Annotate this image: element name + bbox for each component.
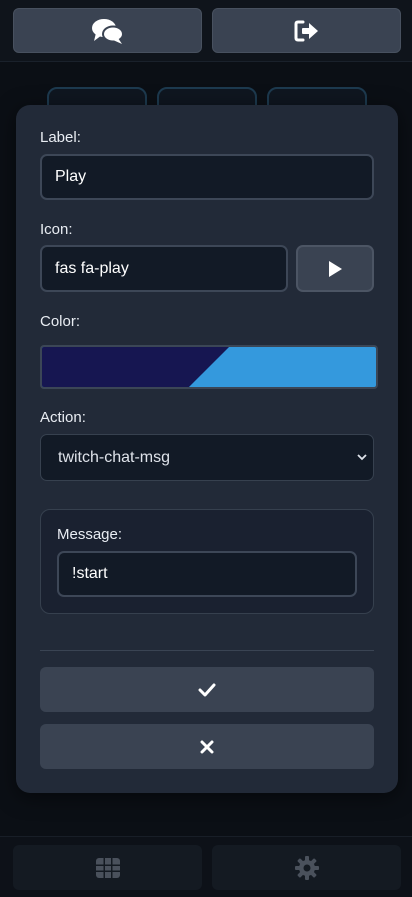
edit-button-dialog: Label: Play Icon: fas fa-play Color: Act… bbox=[16, 105, 398, 793]
action-select[interactable]: twitch-chat-msg bbox=[40, 434, 374, 481]
chat-button[interactable] bbox=[13, 8, 202, 53]
action-selected-value: twitch-chat-msg bbox=[58, 448, 171, 466]
check-icon bbox=[198, 683, 216, 696]
grid-button[interactable] bbox=[13, 845, 202, 890]
top-bar bbox=[0, 0, 412, 62]
cancel-button[interactable] bbox=[40, 724, 374, 769]
play-icon bbox=[329, 260, 342, 277]
icon-preview-button[interactable] bbox=[296, 245, 374, 292]
sign-out-icon bbox=[294, 20, 318, 41]
divider bbox=[40, 650, 374, 651]
gear-icon bbox=[294, 855, 319, 880]
logout-button[interactable] bbox=[212, 8, 401, 53]
message-section: Message: !start bbox=[40, 509, 374, 614]
chevron-down-icon bbox=[357, 454, 367, 461]
color-picker[interactable] bbox=[40, 345, 378, 389]
close-icon bbox=[200, 740, 214, 753]
message-input[interactable]: !start bbox=[57, 551, 357, 597]
message-input-value: !start bbox=[72, 565, 108, 582]
label-input-value: Play bbox=[55, 168, 87, 185]
comments-icon bbox=[91, 18, 124, 44]
icon-input-value: fas fa-play bbox=[55, 259, 129, 277]
bottom-bar bbox=[0, 836, 412, 897]
color-caption: Color: bbox=[40, 313, 81, 330]
action-caption: Action: bbox=[40, 409, 86, 426]
confirm-button[interactable] bbox=[40, 667, 374, 712]
settings-button[interactable] bbox=[212, 845, 401, 890]
label-caption: Label: bbox=[40, 129, 81, 146]
icon-input[interactable]: fas fa-play bbox=[40, 245, 288, 292]
color-swatch-primary bbox=[42, 347, 230, 387]
label-input[interactable]: Play bbox=[40, 154, 374, 200]
icon-caption: Icon: bbox=[40, 221, 73, 238]
grid-icon bbox=[95, 857, 120, 878]
message-caption: Message: bbox=[57, 526, 123, 543]
